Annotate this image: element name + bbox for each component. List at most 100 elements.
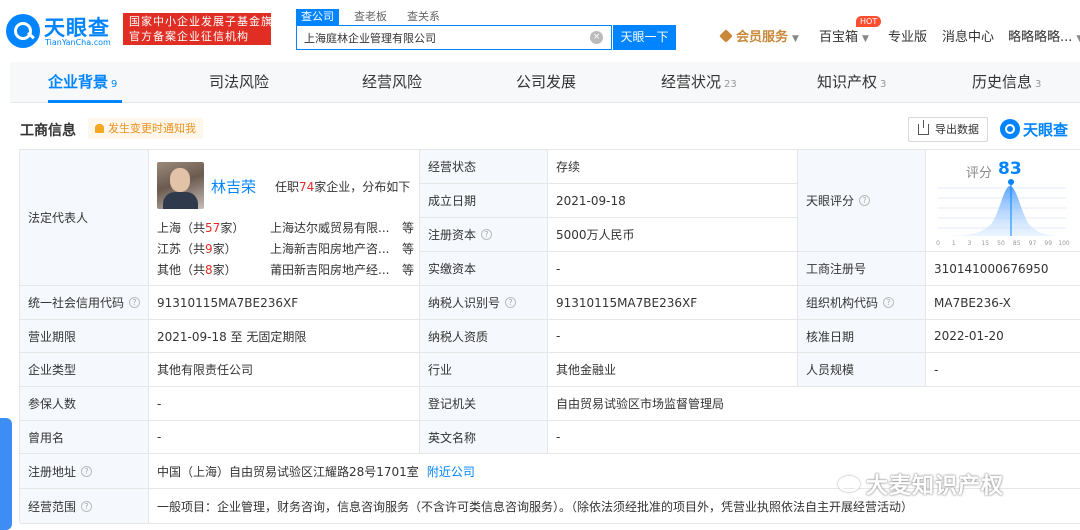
score-distribution-chart: 0 1 3 15 50 85 97 99 100 [936, 179, 1070, 247]
help-icon[interactable]: ? [481, 229, 493, 240]
summary-suffix: 家企业，分布如下 [314, 180, 411, 194]
help-icon[interactable]: ? [129, 297, 141, 308]
tab-label: 知识产权 [817, 73, 878, 91]
regno-value-cell: 310141000676950 [926, 252, 1080, 286]
capital-value: 5000万人民币 [556, 228, 635, 242]
side-float-widget[interactable] [0, 418, 12, 530]
region-company-link[interactable]: 莆田新吉阳房地产经... [270, 261, 395, 278]
paid-label-cell: 实缴资本 [420, 252, 548, 286]
type-value-cell: 其他有限责任公司 [149, 353, 420, 387]
help-icon[interactable]: ? [81, 500, 93, 512]
active-tab-indicator [48, 100, 122, 103]
tab-company-development[interactable]: 公司发展 [516, 62, 576, 103]
vip-service-menu[interactable]: 会员服务 ▼ [719, 28, 799, 48]
change-notify-button[interactable]: 发生变更时通知我 [88, 118, 203, 139]
pro-version-link[interactable]: 专业版 [888, 28, 927, 48]
regno-label-cell: 工商注册号 [798, 252, 926, 286]
search-input[interactable] [298, 27, 583, 48]
score-label: 天眼评分 [806, 194, 855, 208]
tab-operating-status[interactable]: 经营状况 23 [661, 62, 737, 103]
region-company-link[interactable]: 上海达尔威贸易有限... [270, 219, 395, 236]
orgcode-value: MA7BE236-X [934, 295, 1011, 310]
wechat-icon [838, 476, 860, 492]
nearby-companies-link[interactable]: 附近公司 [427, 463, 475, 480]
region-count: 上海（共57家） [157, 219, 244, 236]
scope-label: 经营范围 [28, 499, 77, 514]
taxqual-label-cell: 纳税人资质 [420, 320, 548, 353]
tab-intellectual-property[interactable]: 知识产权 3 [817, 62, 886, 103]
help-icon[interactable]: ? [859, 195, 871, 206]
tab-label: 经营风险 [362, 73, 423, 91]
term-label-cell: 营业期限 [20, 320, 149, 353]
status-value-cell: 存续 [548, 150, 798, 184]
tab-enterprise-background[interactable]: 企业背景 9 [48, 62, 117, 103]
export-data-button[interactable]: 导出数据 [908, 117, 988, 142]
rep-region-row: 上海（共57家） 上海达尔威贸易有限... 等 [157, 219, 419, 237]
logo-subtext: TianYanCha.com [45, 38, 111, 47]
legal-rep-cell: 林吉荣 任职74家企业，分布如下 上海（共57家） 上海达尔威贸易有限... 等… [149, 150, 420, 286]
taxqual-value: - [556, 329, 561, 343]
legal-rep-summary: 任职74家企业，分布如下 [275, 178, 410, 195]
baoxiang-menu[interactable]: 百宝箱 ▼ [819, 28, 869, 48]
approve-label: 核准日期 [806, 329, 855, 344]
regno-value: 310141000676950 [934, 261, 1049, 276]
authority-label: 登记机关 [428, 397, 477, 411]
address-label: 注册地址 [28, 464, 77, 479]
tab-operating-risk[interactable]: 经营风险 [362, 62, 422, 103]
help-icon[interactable]: ? [81, 465, 93, 477]
tab-count: 3 [1035, 79, 1042, 90]
address-label-cell: 注册地址? [20, 454, 149, 489]
search-tab-boss[interactable]: 查老板 [349, 9, 392, 25]
score-tick-label: 1 [952, 240, 956, 247]
score-cell[interactable]: 评分 83 0 1 3 15 50 85 97 99 100 [926, 150, 1080, 252]
search-tab-relation[interactable]: 查关系 [402, 9, 445, 25]
tab-legal-risk[interactable]: 司法风险 [209, 62, 269, 103]
avatar[interactable] [157, 162, 204, 209]
tianyancha-logo[interactable]: 天眼查 TianYanCha.com [6, 12, 118, 48]
chevron-down-icon: ▼ [792, 34, 799, 44]
status-label-cell: 经营状态 [420, 150, 548, 184]
formername-value: - [157, 430, 162, 444]
tab-history-info[interactable]: 历史信息 3 [972, 62, 1041, 103]
region-company-link[interactable]: 上海新吉阳房地产咨... [270, 240, 395, 257]
tab-count: 23 [724, 79, 737, 90]
tab-label: 经营状况 [661, 73, 722, 91]
tab-label: 企业背景 [48, 73, 109, 91]
vip-service-label: 会员服务 [736, 30, 789, 45]
section-title: 工商信息 [20, 123, 76, 139]
authority-value-cell: 自由贸易试验区市场监督管理局 [548, 387, 1080, 421]
founded-value-cell: 2021-09-18 [548, 184, 798, 218]
score-tick-label: 3 [968, 240, 972, 247]
region-etc: 等 [402, 221, 415, 235]
help-icon[interactable]: ? [883, 297, 895, 308]
watermark-text: 大麦知识产权 [866, 474, 1005, 499]
staff-value: - [934, 362, 939, 377]
search-button[interactable]: 天眼一下 [613, 25, 676, 50]
credit-label-cell: 统一社会信用代码? [20, 286, 149, 320]
credit-label: 统一社会信用代码 [28, 296, 125, 310]
staff-label-cell: 人员规模 [798, 353, 926, 387]
paid-label: 实缴资本 [428, 262, 477, 276]
region-etc: 等 [402, 242, 415, 256]
term-value: 2021-09-18 至 无固定期限 [157, 329, 307, 344]
search-tab-company[interactable]: 查公司 [296, 9, 339, 25]
score-marker-dot [1008, 179, 1014, 185]
authority-value: 自由贸易试验区市场监督管理局 [556, 397, 725, 411]
help-icon[interactable]: ? [505, 297, 517, 308]
score-tick-label: 85 [1013, 240, 1021, 247]
message-center-link[interactable]: 消息中心 [942, 28, 994, 48]
taxid-value: 91310115MA7BE236XF [556, 295, 698, 310]
search-type-tabs: 查公司 查老板 查关系 [296, 9, 445, 25]
user-menu[interactable]: 略略略略... ▼ [1008, 28, 1080, 48]
industry-label-cell: 行业 [420, 353, 548, 387]
search-box: × [296, 25, 612, 50]
score-tick-label: 100 [1058, 240, 1070, 247]
rep-region-row: 江苏（共9家） 上海新吉阳房地产咨... 等 [157, 240, 419, 258]
top-header: 天眼查 TianYanCha.com 国家中小企业发展子基金旗下 官方备案企业征… [0, 0, 1080, 62]
paren-close: 家） [212, 263, 237, 277]
legal-rep-name[interactable]: 林吉荣 [211, 176, 256, 197]
taxid-label-cell: 纳税人识别号? [420, 286, 548, 320]
clear-icon[interactable]: × [590, 31, 603, 44]
insured-label: 参保人数 [28, 397, 77, 411]
banner-line-1: 国家中小企业发展子基金旗下 [129, 15, 285, 28]
